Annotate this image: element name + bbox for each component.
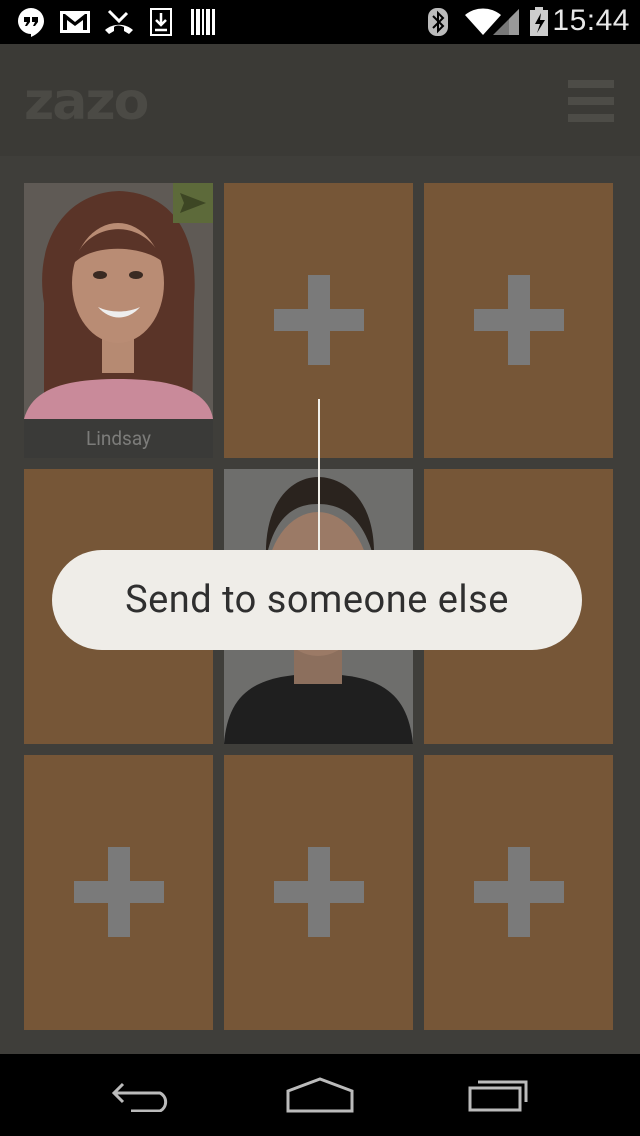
add-friend-tile[interactable] [24, 755, 213, 1030]
hangouts-icon [14, 6, 48, 38]
status-bar: 15:44 [0, 0, 640, 44]
navigation-bar [0, 1054, 640, 1136]
add-friend-tile[interactable] [224, 755, 413, 1030]
wifi-icon [462, 6, 520, 38]
contact-tile-lindsay[interactable]: Lindsay [24, 183, 213, 458]
gmail-icon [58, 6, 92, 38]
bluetooth-icon [424, 6, 452, 38]
status-time: 15:44 [552, 4, 630, 37]
barcode-icon [188, 6, 218, 38]
tooltip-bubble[interactable]: Send to someone else [52, 550, 582, 650]
battery-charging-icon [528, 6, 550, 38]
add-friend-tile[interactable] [424, 183, 613, 458]
recent-apps-icon[interactable] [460, 1074, 540, 1116]
send-icon [173, 183, 213, 223]
add-friend-tile[interactable] [424, 755, 613, 1030]
missed-call-icon [102, 6, 136, 38]
back-icon[interactable] [102, 1074, 182, 1116]
hamburger-menu-icon[interactable] [568, 80, 614, 122]
app-bar: zazo [0, 44, 640, 156]
contact-name: Lindsay [24, 419, 213, 458]
download-icon [146, 6, 176, 38]
home-icon[interactable] [280, 1074, 360, 1116]
app-logo: zazo [24, 72, 149, 132]
tooltip-pointer [318, 399, 320, 551]
